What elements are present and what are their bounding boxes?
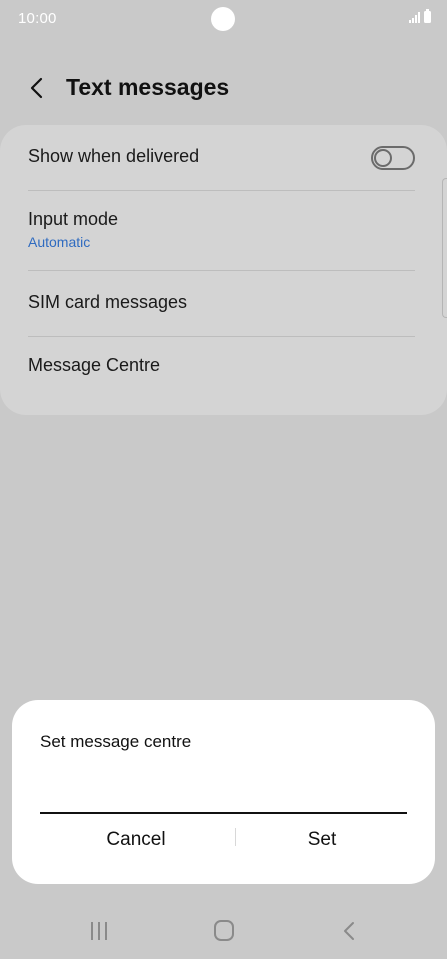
set-button[interactable]: Set (222, 820, 422, 860)
navigation-bar (0, 900, 447, 959)
status-time: 10:00 (18, 10, 57, 27)
settings-item-label: Show when delivered (28, 146, 200, 166)
settings-item-input-mode[interactable]: Input mode Automatic (28, 209, 415, 250)
settings-item-value: Automatic (28, 234, 91, 250)
settings-item-label: Input mode (28, 209, 119, 229)
settings-item-message-centre[interactable]: Message Centre (28, 355, 415, 376)
divider (28, 336, 415, 337)
cancel-button[interactable]: Cancel (36, 820, 236, 860)
show-when-delivered-toggle[interactable] (371, 146, 415, 170)
divider (28, 190, 415, 191)
chevron-left-icon[interactable] (24, 74, 52, 102)
camera-cutout (211, 7, 235, 31)
settings-item-show-when-delivered[interactable]: Show when delivered (28, 146, 415, 167)
battery-icon (424, 9, 431, 23)
toggle-knob (374, 149, 392, 167)
home-icon[interactable] (210, 918, 238, 944)
status-bar: 10:00 (0, 0, 447, 38)
set-message-centre-dialog: Set message centre Cancel Set (12, 700, 435, 884)
status-icons (409, 9, 431, 23)
recent-apps-icon[interactable] (86, 918, 114, 944)
scrollbar[interactable] (442, 178, 447, 318)
signal-icon (409, 11, 420, 23)
app-header: Text messages (0, 60, 447, 116)
back-icon[interactable] (336, 918, 364, 944)
message-centre-input[interactable] (40, 774, 407, 814)
settings-item-label: SIM card messages (28, 292, 188, 312)
settings-item-sim-card-messages[interactable]: SIM card messages (28, 292, 415, 313)
divider (28, 270, 415, 271)
settings-item-label: Message Centre (28, 355, 161, 375)
dialog-title: Set message centre (40, 732, 192, 751)
page-title: Text messages (66, 74, 230, 100)
